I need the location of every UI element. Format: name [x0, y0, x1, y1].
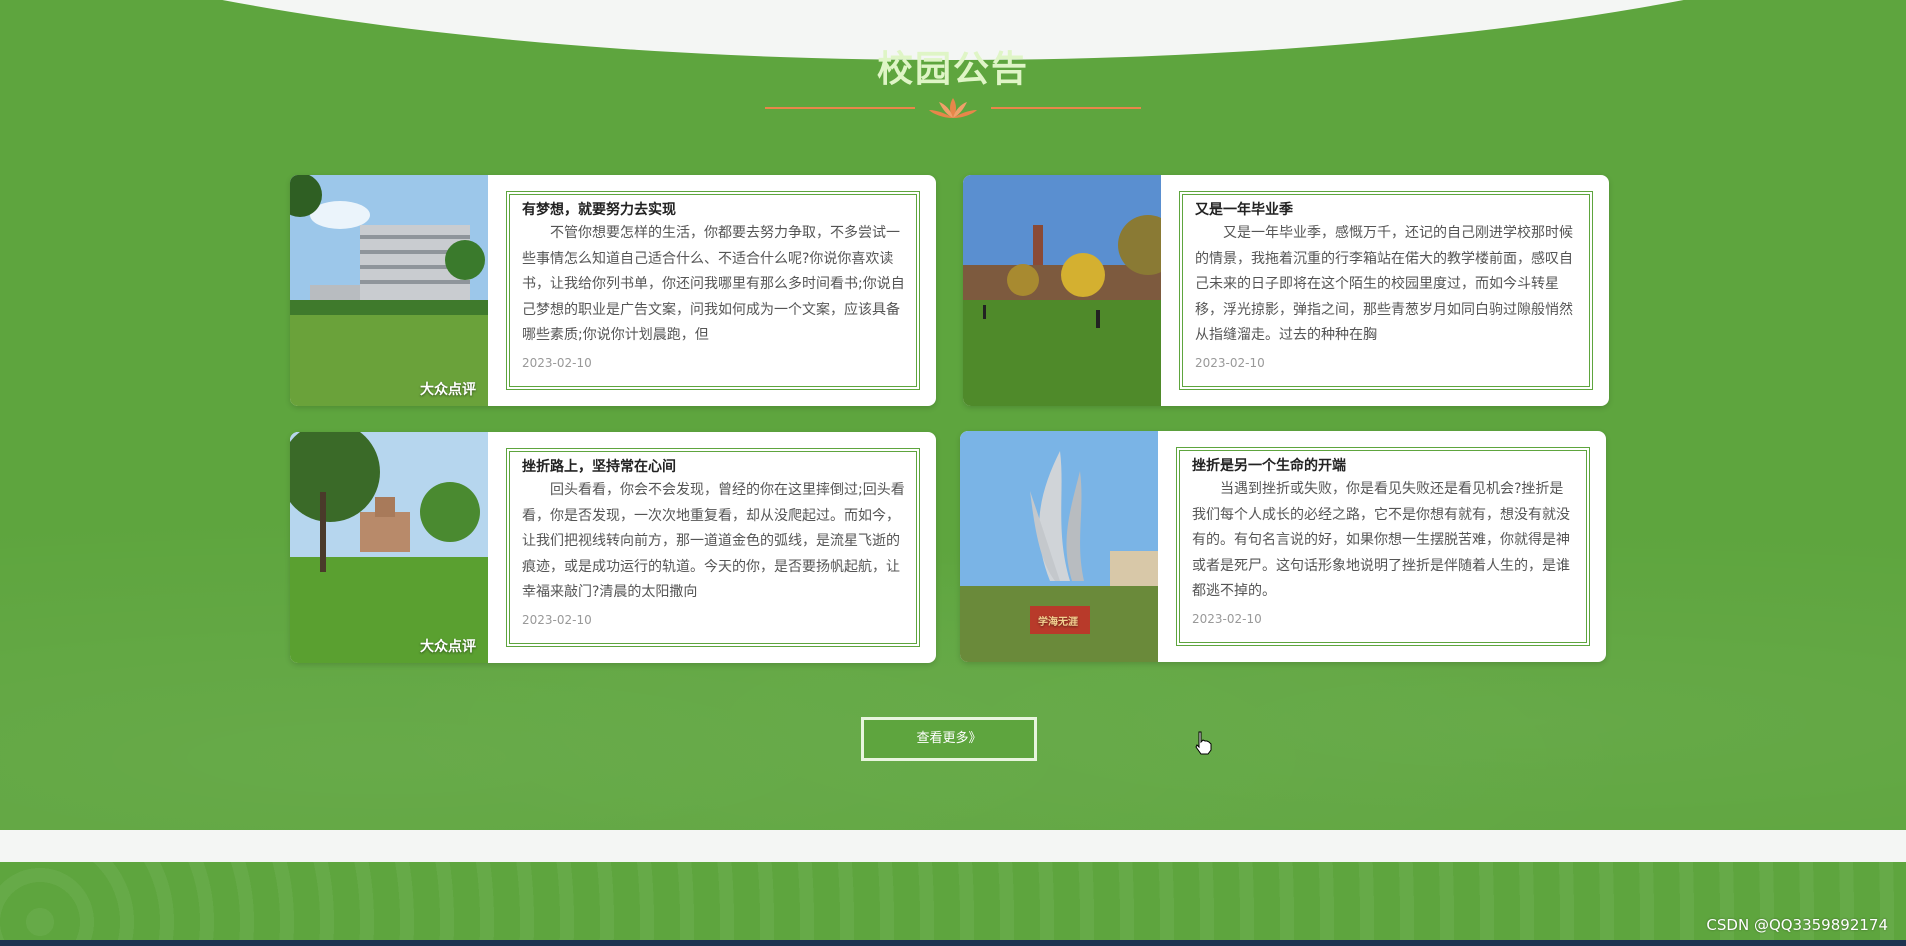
notice-card[interactable]: 大众点评 挫折路上，坚持常在心间 回头看看，你会不会发现，曾经的你在这里摔倒过;… — [290, 432, 936, 663]
footer-pattern — [0, 862, 1906, 940]
campus-building-photo — [290, 175, 488, 406]
bottom-bar — [0, 940, 1906, 946]
divider-line-left — [765, 107, 915, 109]
notice-title[interactable]: 又是一年毕业季 — [1195, 199, 1579, 221]
csdn-watermark: CSDN @QQ3359892174 — [1706, 916, 1888, 934]
notice-excerpt: 又是一年毕业季，感慨万千，还记的自己刚进学校那时候的情景，我拖着沉重的行李箱站在… — [1195, 225, 1573, 344]
section-title: 校园公告 — [876, 49, 1029, 90]
notice-title[interactable]: 挫折是另一个生命的开端 — [1192, 455, 1576, 477]
notice-date: 2023-02-10 — [522, 613, 592, 627]
notice-image[interactable]: 大众点评 — [290, 432, 488, 663]
grass-texture — [0, 470, 1906, 830]
notice-excerpt: 不管你想要怎样的生活，你都要去努力争取，不多尝试一些事情怎么知道自己适合什么、不… — [522, 225, 905, 344]
notice-section: 校园公告 大众点评 有梦想，就要努力去实现 不管你想要怎样的生活，你都要去努力争… — [0, 0, 1906, 830]
notice-card[interactable]: 学海无涯 挫折是另一个生命的开端 当遇到挫折或失败，你是看见失败还是看见机会?挫… — [960, 431, 1606, 662]
notice-card[interactable]: 大众点评 有梦想，就要努力去实现 不管你想要怎样的生活，你都要去努力争取，不多尝… — [290, 175, 936, 406]
sculpture-plaque-text: 学海无涯 — [1038, 617, 1078, 628]
notice-date: 2023-02-10 — [1192, 612, 1262, 626]
campus-lawn-photo — [290, 432, 488, 663]
view-more-button[interactable]: 查看更多》 — [861, 717, 1037, 761]
hand-cursor-icon — [1195, 731, 1212, 755]
notice-excerpt: 当遇到挫折或失败，你是看见失败还是看见机会?挫折是我们每个人成长的必经之路，它不… — [1192, 481, 1570, 600]
card-body: 挫折路上，坚持常在心间 回头看看，你会不会发现，曾经的你在这里摔倒过;回头看看，… — [522, 456, 906, 630]
notice-date: 2023-02-10 — [522, 356, 592, 370]
footer — [0, 862, 1906, 940]
lotus-icon — [929, 98, 977, 118]
title-divider — [765, 96, 1141, 120]
notice-title[interactable]: 有梦想，就要努力去实现 — [522, 199, 906, 221]
image-watermark: 大众点评 — [420, 639, 476, 655]
card-body: 挫折是另一个生命的开端 当遇到挫折或失败，你是看见失败还是看见机会?挫折是我们每… — [1192, 455, 1576, 629]
notice-excerpt: 回头看看，你会不会发现，曾经的你在这里摔倒过;回头看看，你是否发现，一次次地重复… — [522, 482, 905, 601]
notice-image[interactable]: 大众点评 — [290, 175, 488, 406]
card-body: 有梦想，就要努力去实现 不管你想要怎样的生活，你都要去努力争取，不多尝试一些事情… — [522, 199, 906, 373]
image-watermark: 大众点评 — [420, 382, 476, 398]
card-body: 又是一年毕业季 又是一年毕业季，感慨万千，还记的自己刚进学校那时候的情景，我拖着… — [1195, 199, 1579, 373]
graduation-lawn-photo — [963, 175, 1161, 406]
notice-title[interactable]: 挫折路上，坚持常在心间 — [522, 456, 906, 478]
divider-line-right — [991, 107, 1141, 109]
notice-date: 2023-02-10 — [1195, 356, 1265, 370]
notice-card[interactable]: 又是一年毕业季 又是一年毕业季，感慨万千，还记的自己刚进学校那时候的情景，我拖着… — [963, 175, 1609, 406]
notice-image[interactable] — [963, 175, 1161, 406]
notice-image[interactable]: 学海无涯 — [960, 431, 1158, 662]
